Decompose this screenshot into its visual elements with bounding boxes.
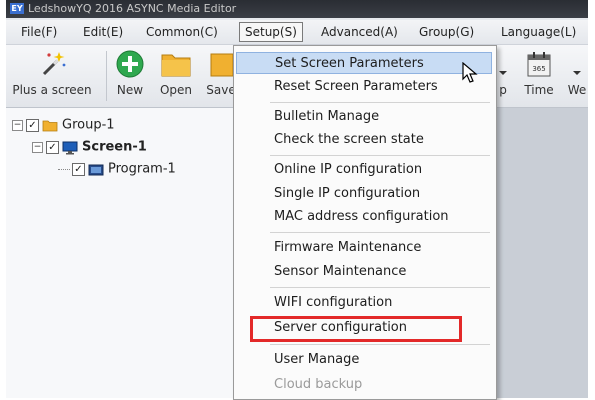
menu-separator <box>270 155 490 156</box>
toolbar-partial-button[interactable]: p <box>496 49 510 97</box>
dropdown-arrow-icon <box>573 71 581 75</box>
folder-icon <box>42 120 58 132</box>
menu-item-user-manage[interactable]: User Manage <box>236 349 492 371</box>
menu-file[interactable]: File(F) <box>16 23 62 41</box>
plus-screen-label: Plus a screen <box>12 83 92 97</box>
menu-setup[interactable]: Setup(S) <box>239 22 303 42</box>
title-bar: EY LedshowYQ 2016 ASYNC Media Editor <box>6 0 588 18</box>
screen-checkbox[interactable]: ✓ <box>46 141 59 154</box>
menu-item-reset-screen-parameters[interactable]: Reset Screen Parameters <box>236 76 492 98</box>
save-label: Save <box>206 83 236 97</box>
save-icon <box>210 53 234 77</box>
svg-text:365: 365 <box>532 65 545 73</box>
menu-item-bulletin-manage[interactable]: Bulletin Manage <box>236 106 492 128</box>
menu-item-single-ip-configuration[interactable]: Single IP configuration <box>236 183 492 205</box>
toolbar-partial-label: p <box>499 83 507 97</box>
group-checkbox[interactable]: ✓ <box>26 119 39 132</box>
menu-separator <box>270 232 490 233</box>
menu-bar: File(F) Edit(E) Common(C) Setup(S) Advan… <box>6 20 588 45</box>
plus-screen-button[interactable]: Plus a screen <box>6 49 98 97</box>
menu-item-firmware-maintenance[interactable]: Firmware Maintenance <box>236 237 492 259</box>
program-checkbox[interactable]: ✓ <box>72 163 85 176</box>
collapse-icon[interactable]: − <box>12 120 23 131</box>
app-logo-icon: EY <box>10 3 24 14</box>
window-title: LedshowYQ 2016 ASYNC Media Editor <box>28 2 237 15</box>
calendar-icon: 365 <box>527 52 551 77</box>
group-label: Group-1 <box>62 117 115 133</box>
menu-item-sensor-maintenance[interactable]: Sensor Maintenance <box>236 261 492 283</box>
new-label: New <box>116 83 144 97</box>
open-label: Open <box>159 83 193 97</box>
toolbar-separator <box>106 51 107 101</box>
open-button[interactable]: Open <box>156 49 196 97</box>
annotation-highlight-box <box>250 316 462 342</box>
tree-item-group[interactable]: − ✓ Group-1 <box>12 116 115 134</box>
screen-label: Screen-1 <box>82 139 147 155</box>
new-button[interactable]: New <box>113 49 147 97</box>
menu-group[interactable]: Group(G) <box>414 23 479 41</box>
save-button[interactable]: Save <box>206 49 236 97</box>
menu-item-mac-address-configuration[interactable]: MAC address configuration <box>236 206 492 228</box>
tree-connector <box>58 169 70 170</box>
menu-item-cloud-backup[interactable]: Cloud backup <box>236 374 492 396</box>
menu-advanced[interactable]: Advanced(A) <box>316 23 403 41</box>
menu-separator <box>270 102 490 103</box>
we-button[interactable]: We <box>566 49 588 97</box>
menu-item-check-screen-state[interactable]: Check the screen state <box>236 129 492 151</box>
menu-item-wifi-configuration[interactable]: WIFI configuration <box>236 292 492 314</box>
menu-item-online-ip-configuration[interactable]: Online IP configuration <box>236 159 492 181</box>
screen-tree: − ✓ Group-1 − ✓ Screen-1 ✓ Program-1 <box>6 108 235 398</box>
time-label: Time <box>524 83 554 97</box>
program-label: Program-1 <box>108 161 176 177</box>
setup-menu: Set Screen Parameters Reset Screen Param… <box>233 45 497 400</box>
tree-item-screen[interactable]: − ✓ Screen-1 <box>32 138 147 156</box>
menu-separator <box>270 287 490 288</box>
menu-language[interactable]: Language(L) <box>496 23 581 41</box>
plus-circle-icon <box>116 50 144 78</box>
film-icon <box>88 164 104 175</box>
monitor-icon <box>62 141 78 154</box>
tree-item-program[interactable]: ✓ Program-1 <box>58 160 176 178</box>
menu-common[interactable]: Common(C) <box>141 23 223 41</box>
time-button[interactable]: 365 Time <box>521 49 557 97</box>
folder-icon <box>161 54 191 77</box>
menu-item-set-screen-parameters[interactable]: Set Screen Parameters <box>236 52 492 74</box>
magic-wand-icon <box>42 52 66 76</box>
menu-separator <box>270 344 490 345</box>
collapse-icon[interactable]: − <box>32 142 43 153</box>
menu-edit[interactable]: Edit(E) <box>78 23 128 41</box>
we-label: We <box>567 83 587 97</box>
dropdown-arrow-icon <box>499 71 507 75</box>
mouse-pointer-icon <box>462 62 478 83</box>
